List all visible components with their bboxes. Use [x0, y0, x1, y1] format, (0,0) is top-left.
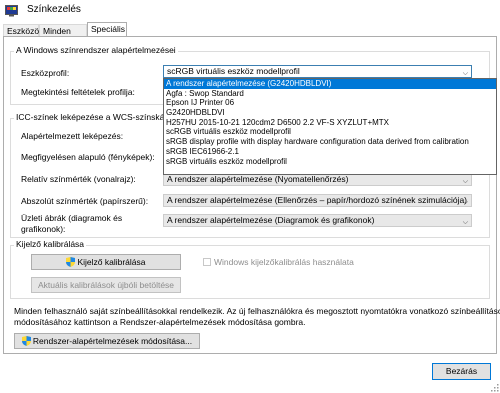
- absolute-colorimetric-value: A rendszer alapértelmezése (Ellenőrzés –…: [167, 195, 468, 205]
- device-profile-dropdown-list: A rendszer alapértelmezése (G2420HDBLDVI…: [163, 78, 497, 175]
- perceptual-label: Megfigyelésen alapuló (fényképek):: [21, 152, 155, 162]
- absolute-colorimetric-select[interactable]: A rendszer alapértelmezése (Ellenőrzés –…: [163, 194, 472, 207]
- calibrate-display-button-label: Kijelző kalibrálása: [77, 257, 146, 267]
- color-management-icon: [5, 5, 18, 17]
- business-graphics-value: A rendszer alapértelmezése (Diagramok és…: [167, 215, 375, 225]
- device-profile-value: scRGB virtuális eszköz modellprofil: [167, 66, 300, 76]
- relative-colorimetric-label: Relatív színmérték (vonalrajz):: [21, 174, 136, 184]
- dropdown-item[interactable]: sRGB IEC61966-2.1: [164, 147, 496, 157]
- info-text: Minden felhasználó saját színbeállítások…: [14, 306, 500, 328]
- dropdown-item[interactable]: A rendszer alapértelmezése (G2420HDBLDVI…: [164, 79, 496, 89]
- tab-advanced[interactable]: Speciális: [87, 22, 127, 37]
- uac-shield-icon: [21, 336, 31, 346]
- absolute-colorimetric-label: Abszolút színmérték (papírszerű):: [21, 196, 149, 206]
- info-text-line1: Minden felhasználó saját színbeállítások…: [14, 306, 500, 316]
- dropdown-item[interactable]: Epson IJ Printer 06: [164, 98, 496, 108]
- calibration-group-title: Kijelző kalibrálása: [14, 239, 87, 249]
- chevron-down-icon: ⌵: [462, 199, 468, 206]
- dropdown-item[interactable]: G2420HDBLDVI: [164, 108, 496, 118]
- close-button-label: Bezárás: [445, 366, 478, 376]
- icc-group-title: ICC-színek leképezése a WCS-színskálára: [14, 112, 181, 122]
- tab-devices[interactable]: Eszközök: [3, 24, 43, 36]
- device-profile-select[interactable]: scRGB virtuális eszköz modellprofil ⌵: [163, 65, 472, 78]
- chevron-down-icon: ⌵: [462, 178, 468, 185]
- dropdown-item[interactable]: sRGB display profile with display hardwa…: [164, 137, 496, 147]
- device-profile-label: Eszközprofil:: [21, 68, 70, 78]
- viewing-conditions-label: Megtekintési feltételek profilja:: [21, 87, 135, 97]
- tab-all-profiles[interactable]: Minden profil: [39, 24, 87, 48]
- chevron-down-icon: ⌵: [462, 70, 468, 77]
- resize-grip-icon[interactable]: [490, 383, 499, 392]
- business-graphics-select[interactable]: A rendszer alapértelmezése (Diagramok és…: [163, 214, 472, 227]
- change-system-defaults-button-label: Rendszer-alapértelmezések módosítása...: [32, 336, 193, 346]
- dropdown-item[interactable]: H257HU 2015-10-21 120cdm2 D6500 2.2 VF-S…: [164, 118, 496, 128]
- business-graphics-label-line1: Üzleti ábrák (diagramok és: [21, 213, 123, 223]
- dropdown-item[interactable]: sRGB virtuális eszköz modellprofil: [164, 157, 496, 167]
- uac-shield-icon: [66, 257, 76, 267]
- windows-calibration-label: Windows kijelzőkalibrálás használata: [214, 257, 354, 267]
- windows-calibration-checkbox[interactable]: [203, 258, 211, 266]
- dropdown-item[interactable]: scRGB virtuális eszköz modellprofil: [164, 127, 496, 137]
- calibrate-display-button[interactable]: Kijelző kalibrálása: [31, 254, 181, 270]
- window-title: Színkezelés: [27, 4, 81, 15]
- close-button[interactable]: Bezárás: [432, 363, 491, 380]
- title-bar: Színkezelés: [0, 0, 500, 22]
- business-graphics-label-line2: grafikonok):: [21, 224, 66, 234]
- dropdown-item[interactable]: Agfa : Swop Standard: [164, 89, 496, 99]
- info-text-line2: módosításához kattintson a Rendszer-alap…: [14, 317, 306, 327]
- chevron-down-icon: ⌵: [462, 219, 468, 226]
- reload-calibrations-button-label: Aktuális kalibrálások újbóli betöltése: [37, 280, 175, 290]
- tab-label: Eszközök: [7, 26, 44, 36]
- default-rendering-label: Alapértelmezett leképezés:: [21, 131, 124, 141]
- reload-calibrations-button[interactable]: Aktuális kalibrálások újbóli betöltése: [31, 277, 181, 293]
- relative-colorimetric-value: A rendszer alapértelmezése (Nyomatellenő…: [167, 174, 349, 184]
- tab-label: Speciális: [91, 24, 126, 34]
- default-system-group-title: A Windows színrendszer alapértelmezései: [14, 45, 178, 55]
- change-system-defaults-button[interactable]: Rendszer-alapértelmezések módosítása...: [14, 333, 200, 349]
